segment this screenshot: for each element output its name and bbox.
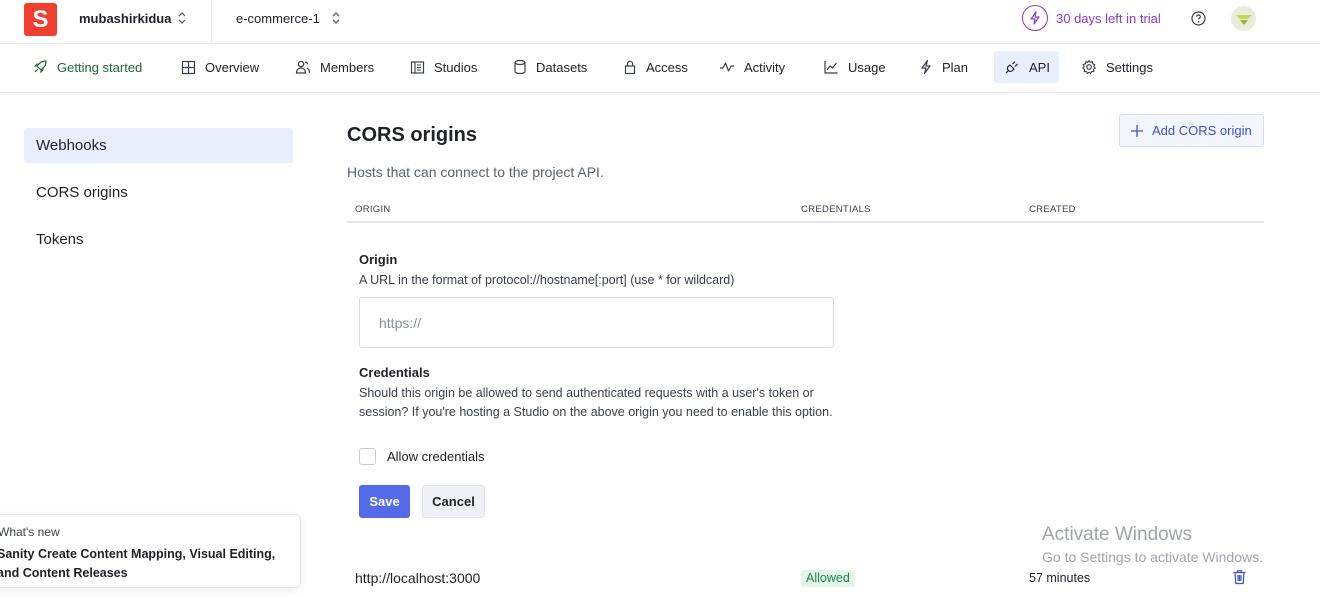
studio-icon [410, 60, 425, 74]
project-switcher-chevron-icon[interactable] [330, 10, 342, 31]
trash-icon[interactable] [1232, 569, 1247, 590]
whats-new-body: Sanity Create Content Mapping, Visual Ed… [0, 547, 276, 580]
tab-label: Usage [848, 59, 886, 75]
column-header-created: CREATED [1029, 204, 1076, 215]
windows-watermark-title: Activate Windows [1042, 524, 1192, 545]
whats-new-heading: What's new [0, 525, 60, 539]
tab-settings[interactable]: Settings [1071, 51, 1163, 83]
allow-credentials-checkbox[interactable] [359, 448, 376, 465]
users-icon [295, 60, 311, 74]
tab-overview[interactable]: Overview [171, 51, 269, 83]
top-bar: S mubashirkidua e-commerce-1 30 days lef… [0, 0, 1320, 44]
user-avatar[interactable] [1231, 6, 1256, 31]
origin-help-text: A URL in the format of protocol://hostna… [359, 273, 735, 287]
trial-indicator[interactable]: 30 days left in trial [1022, 5, 1161, 31]
tab-label: Getting started [57, 59, 143, 75]
tab-label: Members [320, 59, 375, 75]
tab-label: Studios [434, 59, 478, 75]
tab-api[interactable]: API [994, 51, 1059, 83]
table-header-divider [347, 221, 1264, 223]
credentials-help-text: Should this origin be allowed to send au… [359, 386, 833, 419]
tab-getting-started[interactable]: Getting started [22, 51, 152, 83]
trial-text: 30 days left in trial [1056, 10, 1161, 26]
credentials-status-badge: Allowed [801, 570, 855, 587]
tab-label: Activity [744, 59, 786, 75]
project-nav: Getting started Overview Members Studios… [0, 44, 1320, 93]
help-icon[interactable] [1190, 10, 1207, 32]
logo-letter: S [32, 6, 49, 33]
tab-activity[interactable]: Activity [709, 51, 795, 83]
save-button[interactable]: Save [359, 485, 410, 518]
sidebar-item-tokens[interactable]: Tokens [24, 222, 293, 257]
database-icon [514, 59, 526, 75]
gear-icon [1082, 59, 1096, 75]
sidebar-item-cors-origins[interactable]: CORS origins [24, 175, 293, 210]
column-header-credentials: CREDENTIALS [801, 204, 871, 215]
column-header-origin: ORIGIN [355, 204, 391, 215]
tab-label: Access [646, 59, 688, 75]
add-cors-origin-button[interactable]: Add CORS origin [1119, 114, 1264, 147]
sidebar-item-webhooks[interactable]: Webhooks [24, 128, 293, 163]
tab-label: API [1029, 59, 1050, 75]
sanity-logo[interactable]: S [24, 3, 57, 36]
windows-watermark-subtitle: Go to Settings to activate Windows. [1042, 549, 1263, 565]
chart-icon [824, 61, 838, 74]
tab-label: Settings [1106, 59, 1153, 75]
tab-usage[interactable]: Usage [813, 51, 896, 83]
grid-icon [181, 60, 196, 74]
lock-icon [624, 60, 636, 75]
tab-label: Plan [942, 59, 969, 75]
bolt-icon [921, 59, 931, 75]
cancel-button[interactable]: Cancel [422, 485, 485, 518]
allow-credentials-label[interactable]: Allow credentials [387, 449, 485, 464]
bolt-icon [1022, 5, 1048, 31]
plug-icon [1005, 61, 1018, 74]
row-origin: http://localhost:3000 [355, 570, 481, 586]
org-name[interactable]: mubashirkidua [79, 11, 171, 26]
tab-members[interactable]: Members [285, 51, 384, 83]
tab-studios[interactable]: Studios [400, 51, 487, 83]
tab-plan[interactable]: Plan [909, 51, 978, 83]
activity-icon [720, 62, 734, 72]
tab-access[interactable]: Access [613, 51, 698, 83]
divider [211, 0, 212, 43]
plus-icon [1131, 124, 1143, 137]
page-subtitle: Hosts that can connect to the project AP… [347, 164, 604, 180]
origin-input[interactable] [359, 297, 834, 348]
whats-new-popup[interactable]: What's new Sanity Create Content Mapping… [0, 514, 301, 588]
add-button-label: Add CORS origin [1152, 123, 1252, 138]
tab-label: Overview [205, 59, 260, 75]
rocket-icon [33, 60, 47, 74]
tab-label: Datasets [536, 59, 588, 75]
org-switcher-chevron-icon[interactable] [176, 10, 188, 31]
project-name[interactable]: e-commerce-1 [236, 11, 320, 26]
credentials-label: Credentials [359, 365, 430, 380]
row-created: 57 minutes [1029, 571, 1091, 585]
origin-label: Origin [359, 252, 398, 267]
tab-datasets[interactable]: Datasets [503, 51, 597, 83]
page-title: CORS origins [347, 124, 478, 146]
